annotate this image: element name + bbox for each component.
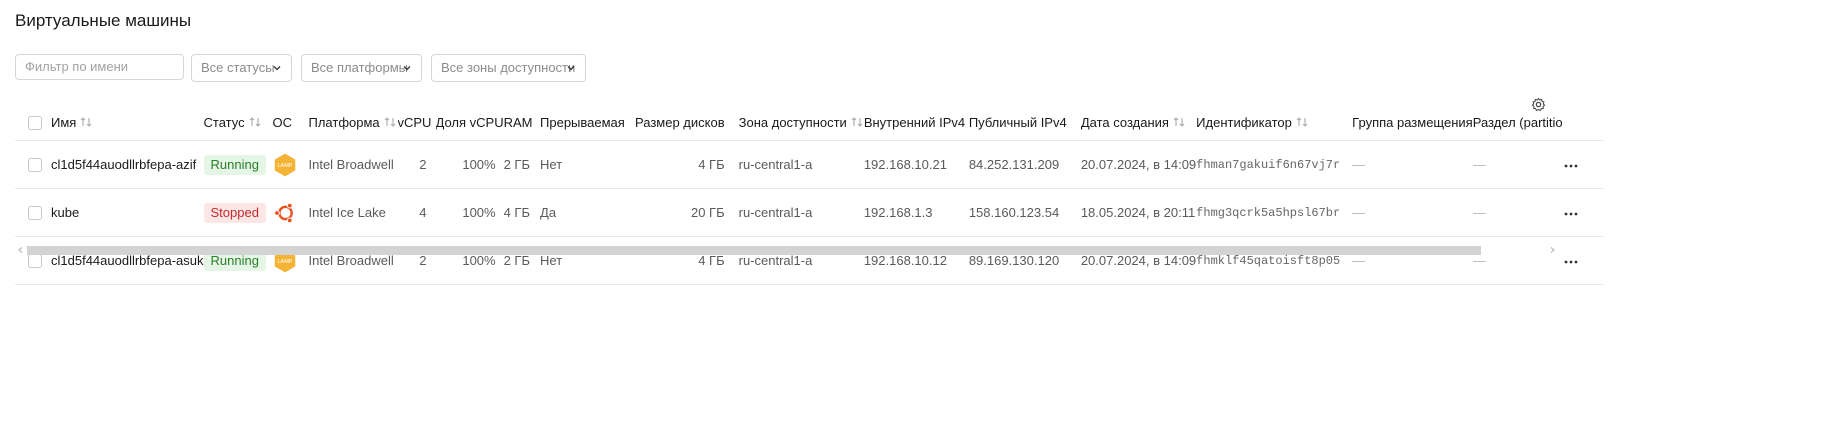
chevron-down-icon <box>273 66 281 71</box>
vcpu-cell: 2 <box>397 140 436 189</box>
platform-cell: Intel Broadwell <box>308 140 398 189</box>
status-filter-select[interactable]: Все статусы <box>191 54 292 82</box>
partition-cell: — <box>1472 140 1563 189</box>
select-all-checkbox[interactable] <box>28 115 42 130</box>
public-ip-cell: 89.169.130.120 <box>968 236 1081 285</box>
sort-arrows-icon[interactable] <box>248 116 262 128</box>
column-header-ram: RAM <box>503 114 533 130</box>
column-header-internal-ip: Внутренний IPv4 <box>863 114 966 130</box>
column-header-vcpu: vCPU <box>397 114 432 130</box>
vcpu-cell: 2 <box>397 236 436 285</box>
status-badge: Running <box>203 154 266 175</box>
column-header-platform[interactable]: Платформа <box>309 104 398 141</box>
zone-cell: ru-central1-a <box>738 236 864 285</box>
zone-filter-value: Все зоны доступности <box>441 60 576 75</box>
sort-arrows-icon[interactable] <box>850 116 864 128</box>
id-cell: fhman7gakuif6n67vj7r <box>1196 140 1353 189</box>
placement-group-cell: — <box>1352 140 1473 189</box>
lamp-icon: LAMP <box>274 153 295 176</box>
ram-cell: 2 ГБ <box>503 236 541 285</box>
column-header-vcpu-share: Доля vCPU <box>435 114 504 130</box>
placement-group-cell: — <box>1352 188 1473 237</box>
scroll-left-icon[interactable] <box>17 246 25 254</box>
column-header-partition: Раздел (partitio <box>1472 114 1563 130</box>
ram-cell: 2 ГБ <box>503 140 541 189</box>
platform-cell: Intel Ice Lake <box>308 188 398 237</box>
internal-ip-cell: 192.168.1.3 <box>863 188 969 237</box>
zone-filter-select[interactable]: Все зоны доступности <box>431 54 586 82</box>
vcpu-cell: 4 <box>397 188 436 237</box>
lamp-label: LAMP <box>277 163 292 169</box>
vcpu-share-cell: 100% <box>435 188 504 237</box>
preemptible-cell: Нет <box>540 236 636 285</box>
row-checkbox[interactable] <box>28 158 42 173</box>
platform-cell: Intel Broadwell <box>308 236 398 285</box>
sort-arrows-icon[interactable] <box>383 116 397 128</box>
zone-cell: ru-central1-a <box>738 188 864 237</box>
disk-size-cell: 4 ГБ <box>635 236 725 285</box>
column-header-name[interactable]: Имя <box>51 104 204 141</box>
platform-filter-value: Все платформы <box>311 60 408 75</box>
placement-group-cell: — <box>1352 236 1473 285</box>
more-horizontal-icon[interactable] <box>1563 260 1579 264</box>
preemptible-cell: Да <box>540 188 636 237</box>
internal-ip-cell: 192.168.10.21 <box>863 140 969 189</box>
name-filter-input[interactable] <box>15 54 184 80</box>
vcpu-share-cell: 100% <box>435 140 504 189</box>
sort-arrows-icon[interactable] <box>79 116 93 128</box>
ram-cell: 4 ГБ <box>503 188 541 237</box>
table-row[interactable]: cl1d5f44auodllrbfepa-azif Running LAMP I… <box>15 140 1603 189</box>
id-cell: fhmklf45qatoisft8p05 <box>1196 236 1353 285</box>
public-ip-cell: 84.252.131.209 <box>968 140 1081 189</box>
internal-ip-cell: 192.168.10.12 <box>863 236 969 285</box>
vcpu-share-cell: 100% <box>435 236 504 285</box>
table-row[interactable]: cl1d5f44auodllrbfepa-asuk Running LAMP I… <box>15 236 1603 285</box>
status-filter-value: Все статусы <box>201 60 275 75</box>
vm-table: Имя Статус ОС Платформа vCPU Доля vCPU R… <box>15 104 1603 285</box>
column-header-disk-size: Размер дисков <box>635 114 725 130</box>
disk-size-cell: 20 ГБ <box>635 188 725 237</box>
column-header-placement-group: Группа размещения <box>1352 114 1473 130</box>
created-cell: 20.07.2024, в 14:09 <box>1080 236 1197 285</box>
column-header-zone[interactable]: Зона доступности <box>739 104 864 141</box>
column-header-public-ip: Публичный IPv4 <box>968 114 1067 130</box>
more-horizontal-icon[interactable] <box>1563 164 1579 168</box>
status-badge: Stopped <box>203 202 266 223</box>
partition-cell: — <box>1472 188 1563 237</box>
public-ip-cell: 158.160.123.54 <box>968 188 1081 237</box>
more-horizontal-icon[interactable] <box>1563 212 1579 216</box>
zone-cell: ru-central1-a <box>738 140 864 189</box>
row-checkbox[interactable] <box>28 206 42 221</box>
scroll-right-icon[interactable] <box>1548 246 1556 254</box>
scrollbar-thumb[interactable] <box>27 246 1481 255</box>
column-header-preemptible: Прерываемая <box>540 114 625 130</box>
partition-cell: — <box>1472 236 1563 285</box>
disk-size-cell: 4 ГБ <box>635 140 725 189</box>
vm-name[interactable]: cl1d5f44auodllrbfepa-azif <box>51 140 204 189</box>
preemptible-cell: Нет <box>540 140 636 189</box>
id-cell: fhmg3qcrk5a5hpsl67br <box>1196 188 1353 237</box>
table-row[interactable]: kube Stopped Intel Ice Lake 4 100% 4 ГБ … <box>15 188 1603 237</box>
table-header-row: Имя Статус ОС Платформа vCPU Доля vCPU R… <box>15 104 1603 141</box>
vm-name[interactable]: kube <box>51 188 204 237</box>
lamp-label: LAMP <box>277 259 292 265</box>
select-all-cell <box>15 104 51 141</box>
ubuntu-icon <box>273 202 293 223</box>
column-header-os: ОС <box>272 114 293 130</box>
page-title: Виртуальные машины <box>15 11 192 30</box>
chevron-down-icon <box>567 66 575 71</box>
vm-list-page: Виртуальные машины Все статусы Все платф… <box>0 0 1848 443</box>
vm-name[interactable]: cl1d5f44auodllrbfepa-asuk <box>51 236 204 285</box>
chevron-down-icon <box>403 66 411 71</box>
created-cell: 20.07.2024, в 14:09 <box>1080 140 1197 189</box>
sort-arrows-icon[interactable] <box>1295 116 1309 128</box>
column-header-id[interactable]: Идентификатор <box>1196 104 1352 141</box>
platform-filter-select[interactable]: Все платформы <box>301 54 422 82</box>
column-header-created[interactable]: Дата создания <box>1081 104 1196 141</box>
column-header-status[interactable]: Статус <box>204 104 273 141</box>
sort-arrows-icon[interactable] <box>1172 116 1186 128</box>
created-cell: 18.05.2024, в 20:11 <box>1080 188 1197 237</box>
